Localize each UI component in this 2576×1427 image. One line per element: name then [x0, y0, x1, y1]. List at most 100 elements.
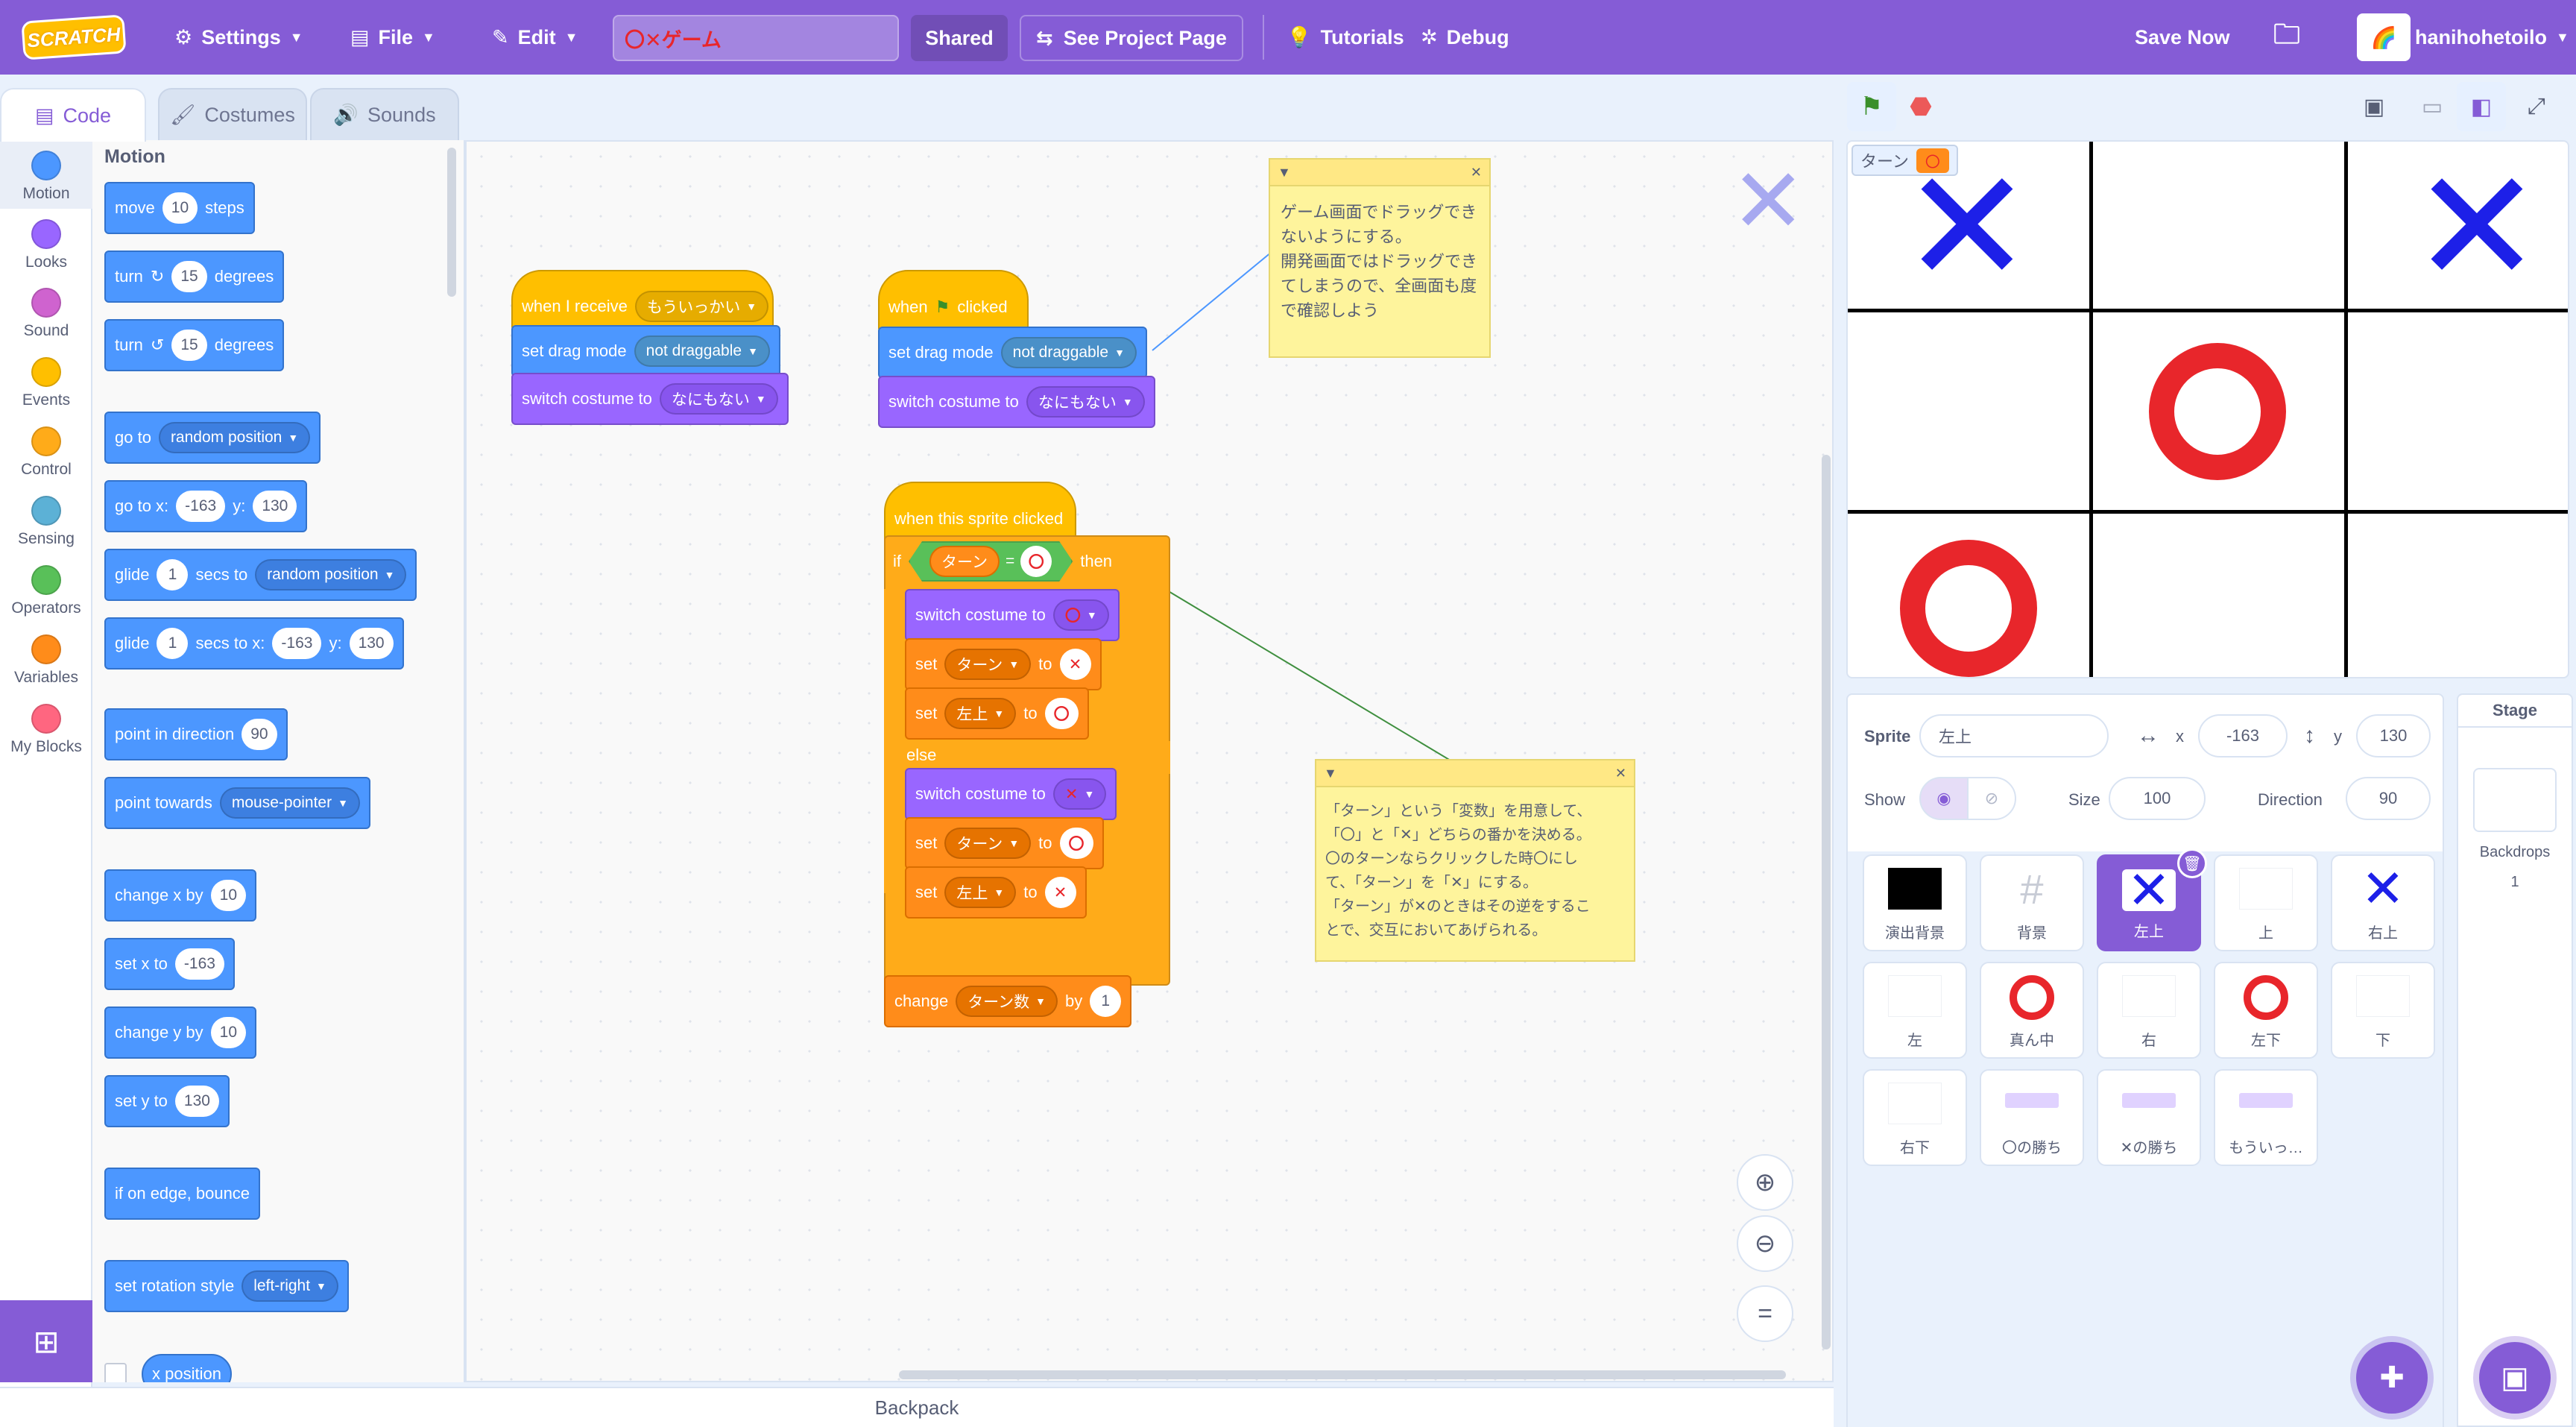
set-y-block[interactable]: set y to 130	[104, 1075, 230, 1127]
sprite-thumbnail[interactable]: # 背景	[1980, 854, 2084, 951]
show-visible-button[interactable]: ◉	[1919, 777, 1969, 820]
zoom-in-button[interactable]: ⊕	[1737, 1154, 1793, 1211]
number-input[interactable]: 15	[171, 330, 207, 361]
target-dropdown[interactable]: random position ▼	[158, 422, 311, 453]
tab-costumes[interactable]: 🖌 Costumes	[158, 88, 307, 142]
tab-code[interactable]: ▤ Code	[0, 88, 146, 142]
settings-menu[interactable]: ⚙ Settings ▼	[174, 0, 303, 75]
sprite-thumbnail[interactable]: もういっ…	[2214, 1069, 2318, 1166]
palette-scrollbar[interactable]	[447, 148, 456, 297]
turn-right-block[interactable]: turn ↻ 15 degrees	[104, 251, 285, 303]
number-input[interactable]: 130	[253, 491, 297, 522]
close-icon[interactable]: ✕	[1615, 761, 1626, 785]
when-flag-clicked-hat[interactable]: when ⚑ clicked	[878, 270, 1029, 333]
sprite-thumbnail[interactable]: 右下	[1863, 1069, 1967, 1166]
number-input[interactable]: 10	[162, 192, 198, 224]
number-input[interactable]: 1	[1090, 986, 1122, 1017]
value-input[interactable]: 〇	[1059, 828, 1093, 859]
show-hidden-button[interactable]: ⊘	[1967, 777, 2016, 820]
switch-costume-block[interactable]: switch costume to ✕ ▼	[905, 768, 1117, 820]
drag-mode-dropdown[interactable]: not draggable ▼	[1000, 337, 1137, 368]
number-input[interactable]: 1	[157, 559, 189, 590]
costume-dropdown[interactable]: 〇 ▼	[1052, 599, 1109, 631]
move-steps-block[interactable]: move 10 steps	[104, 182, 255, 234]
set-variable-block[interactable]: set ターン ▼ to 〇	[905, 817, 1104, 869]
variable-reporter[interactable]: ターン	[929, 546, 1000, 577]
comment-body[interactable]: 「ターン」という「変数」を用意して、 「〇」と「✕」どちらの番かを決める。 〇の…	[1316, 787, 1634, 954]
costume-dropdown[interactable]: なにもない ▼	[1026, 386, 1145, 418]
category-sound[interactable]: Sound	[0, 277, 92, 346]
variable-dropdown[interactable]: ターン数 ▼	[956, 986, 1058, 1017]
see-project-page-button[interactable]: ⇆ See Project Page	[1020, 15, 1243, 61]
value-input[interactable]: 〇	[1044, 698, 1079, 729]
sprite-thumbnail[interactable]: 右	[2097, 962, 2201, 1059]
change-x-block[interactable]: change x by 10	[104, 869, 256, 922]
change-variable-block[interactable]: change ターン数 ▼ by 1	[884, 975, 1132, 1027]
set-drag-mode-block[interactable]: set drag mode not draggable ▼	[878, 327, 1147, 379]
script-area[interactable]: when I receive もういっかい ▼ set drag mode not d…	[465, 140, 1834, 1382]
category-operators[interactable]: Operators	[0, 555, 92, 623]
direction-input[interactable]: 90	[2346, 777, 2431, 820]
number-input[interactable]: 130	[174, 1086, 219, 1117]
set-variable-block[interactable]: set 左上 ▼ to 〇	[905, 687, 1089, 740]
category-variables[interactable]: Variables	[0, 624, 92, 693]
sprite-thumbnail[interactable]: 演出背景	[1863, 854, 1967, 951]
glide-to-xy-block[interactable]: glide 1 secs to x: -163 y: 130	[104, 617, 404, 670]
normal-stage-button[interactable]: ◧	[2457, 82, 2506, 131]
shared-button[interactable]: Shared	[911, 15, 1008, 61]
project-title-input[interactable]: 〇✕ゲーム	[613, 15, 899, 61]
stage-selector[interactable]: Stage Backdrops 1 ▣	[2457, 693, 2573, 1427]
vertical-scrollbar[interactable]	[1822, 455, 1831, 1349]
debug-button[interactable]: ✲ Debug	[1421, 0, 1509, 75]
sprite-thumbnail[interactable]: ✕ 左上 🗑	[2097, 848, 2207, 951]
equals-operator[interactable]: ターン = 〇	[909, 541, 1073, 582]
switch-costume-block[interactable]: switch costume to なにもない ▼	[511, 373, 789, 425]
sprite-thumbnail[interactable]: 下	[2331, 962, 2435, 1059]
zoom-reset-button[interactable]: =	[1737, 1285, 1793, 1342]
comment-note[interactable]: ▼ ✕ ゲーム画面でドラッグでき ないようにする。 開発画面ではドラッグでき てし…	[1269, 158, 1491, 358]
variable-monitor[interactable]: ターン〇	[1852, 145, 1958, 176]
y-input[interactable]: 130	[2356, 714, 2431, 757]
category-control[interactable]: Control	[0, 416, 92, 485]
sprite-thumbnail[interactable]: 〇の勝ち	[1980, 1069, 2084, 1166]
edit-menu[interactable]: ✎ Edit ▼	[492, 0, 578, 75]
o-mark-bottom-left[interactable]	[1900, 540, 2037, 677]
add-extension-button[interactable]: ⊞	[0, 1300, 92, 1382]
value-input[interactable]: ✕	[1044, 877, 1076, 908]
switch-costume-block[interactable]: switch costume to なにもない ▼	[878, 376, 1155, 428]
drag-mode-dropdown[interactable]: not draggable ▼	[634, 336, 770, 367]
variable-dropdown[interactable]: ターン ▼	[944, 649, 1032, 680]
category-events[interactable]: Events	[0, 347, 92, 415]
backpack[interactable]: Backpack	[0, 1387, 1834, 1427]
number-input[interactable]: -163	[272, 628, 322, 659]
change-y-block[interactable]: change y by 10	[104, 1007, 256, 1059]
rotation-style-block[interactable]: set rotation style left-right ▼	[104, 1260, 349, 1312]
sprite-thumbnail[interactable]: 左下	[2214, 962, 2318, 1059]
x-input[interactable]: -163	[2198, 714, 2288, 757]
file-menu[interactable]: ▤ File ▼	[350, 0, 435, 75]
costume-dropdown[interactable]: なにもない ▼	[659, 383, 778, 415]
comment-note[interactable]: ▼ ✕ 「ターン」という「変数」を用意して、 「〇」と「✕」どちらの番かを決める。…	[1315, 759, 1635, 962]
target-dropdown[interactable]: mouse-pointer ▼	[219, 787, 360, 819]
comment-header[interactable]: ▼ ✕	[1270, 160, 1489, 186]
choose-sprite-button[interactable]: ✚	[2356, 1342, 2428, 1414]
my-stuff-folder-icon[interactable]: 🗀	[2273, 0, 2300, 75]
close-icon[interactable]: ✕	[1471, 160, 1482, 185]
number-input[interactable]: 10	[210, 880, 246, 911]
save-now-button[interactable]: Save Now	[2135, 0, 2230, 75]
variable-dropdown[interactable]: ターン ▼	[944, 828, 1032, 859]
account-menu[interactable]: hanihohetoilo ▼	[2415, 0, 2569, 75]
turn-left-block[interactable]: turn ↺ 15 degrees	[104, 319, 285, 371]
comment-header[interactable]: ▼ ✕	[1316, 760, 1634, 787]
bounce-block[interactable]: if on edge, bounce	[104, 1168, 261, 1220]
delete-sprite-icon[interactable]: 🗑	[2177, 848, 2207, 878]
collapse-icon[interactable]: ▼	[1324, 761, 1337, 785]
value-input[interactable]: ✕	[1059, 649, 1091, 680]
stage-thumbnail[interactable]	[2473, 768, 2557, 832]
fullscreen-button[interactable]: ⤢	[2512, 82, 2561, 131]
size-input[interactable]: 100	[2109, 777, 2206, 820]
tutorials-button[interactable]: 💡 Tutorials	[1287, 0, 1404, 75]
set-drag-mode-block[interactable]: set drag mode not draggable ▼	[511, 325, 780, 377]
zoom-out-button[interactable]: ⊖	[1737, 1215, 1793, 1272]
x-mark-top-right[interactable]: ✕	[2411, 149, 2542, 306]
